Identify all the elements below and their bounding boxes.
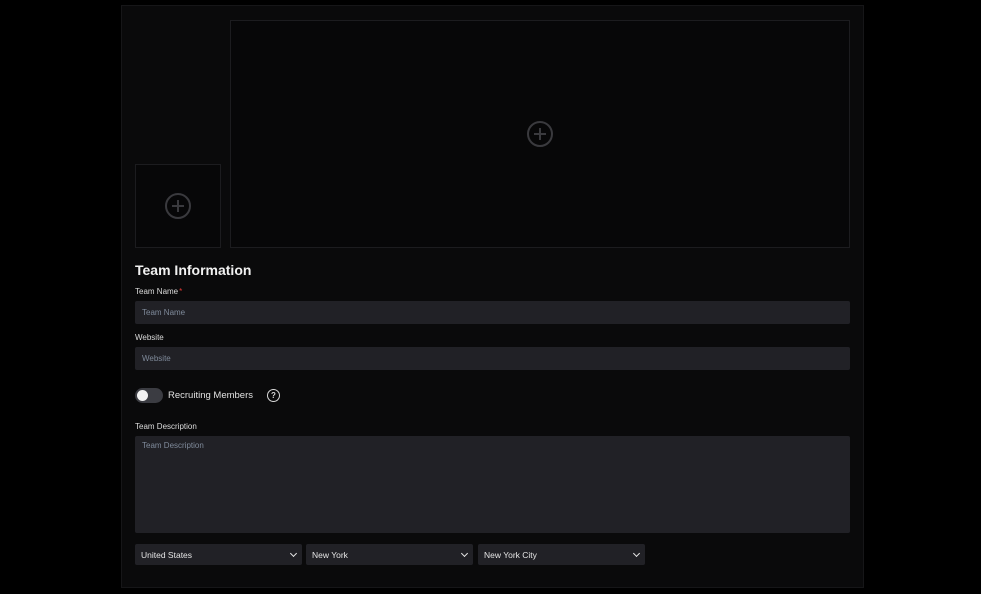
toggle-knob [137, 390, 148, 401]
team-description-label: Team Description [135, 422, 197, 431]
plus-circle-icon [165, 193, 191, 219]
banner-upload[interactable] [230, 20, 850, 248]
state-value: New York [312, 549, 348, 560]
team-form-panel: Team Information Team Name* Website Recr… [121, 5, 864, 588]
team-name-label: Team Name* [135, 287, 182, 296]
team-description-input[interactable] [135, 436, 850, 533]
recruiting-label: Recruiting Members [168, 390, 253, 401]
plus-circle-icon [527, 121, 553, 147]
required-mark: * [179, 287, 183, 296]
team-name-input[interactable] [135, 301, 850, 324]
recruiting-row: Recruiting Members ? [135, 388, 280, 403]
state-select[interactable]: New York [306, 544, 473, 565]
chevron-down-icon [632, 549, 641, 557]
team-name-label-text: Team Name [135, 287, 179, 296]
avatar-upload[interactable] [135, 164, 221, 248]
question-circle-icon[interactable]: ? [267, 389, 280, 402]
recruiting-toggle[interactable] [135, 388, 163, 403]
website-input[interactable] [135, 347, 850, 370]
website-label: Website [135, 333, 164, 342]
city-select[interactable]: New York City [478, 544, 645, 565]
country-select[interactable]: United States [135, 544, 302, 565]
chevron-down-icon [289, 549, 298, 557]
city-value: New York City [484, 549, 537, 560]
country-value: United States [141, 549, 193, 560]
section-title: Team Information [135, 262, 252, 278]
chevron-down-icon [460, 549, 469, 557]
